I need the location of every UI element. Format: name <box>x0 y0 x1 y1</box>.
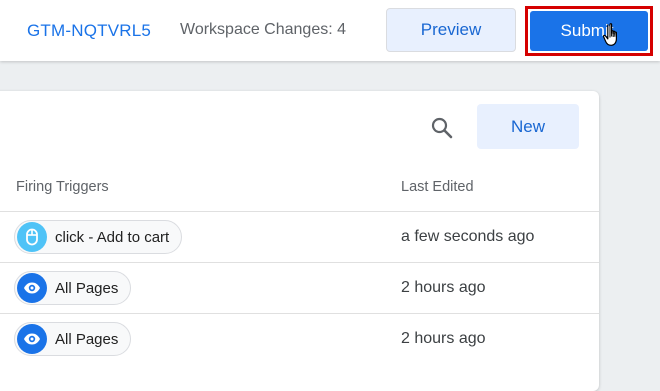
new-button[interactable]: New <box>477 104 579 149</box>
container-id[interactable]: GTM-NQTVRL5 <box>27 21 151 41</box>
column-header-firing-triggers[interactable]: Firing Triggers <box>16 179 109 195</box>
submit-button[interactable]: Submit <box>530 11 648 51</box>
preview-button[interactable]: Preview <box>386 8 516 52</box>
table-row[interactable]: All Pages 2 hours ago <box>0 314 599 364</box>
preview-button-label: Preview <box>420 20 482 39</box>
last-edited: a few seconds ago <box>401 228 535 245</box>
eye-icon <box>17 324 47 354</box>
search-icon <box>431 117 453 139</box>
column-header-last-edited[interactable]: Last Edited <box>401 179 474 195</box>
top-bar: GTM-NQTVRL5 Workspace Changes: 4 Preview… <box>0 0 660 61</box>
eye-icon <box>17 273 47 303</box>
trigger-label: All Pages <box>55 279 119 297</box>
trigger-label: All Pages <box>55 330 119 348</box>
submit-highlight: Submit <box>525 6 653 56</box>
trigger-chip[interactable]: All Pages <box>14 271 132 305</box>
new-button-label: New <box>510 116 545 136</box>
workspace-changes: Workspace Changes: 4 <box>180 21 347 38</box>
last-edited: 2 hours ago <box>401 279 486 296</box>
table-row[interactable]: click - Add to cart a few seconds ago <box>0 212 599 262</box>
hand-cursor-icon <box>603 23 617 46</box>
table-row[interactable]: All Pages 2 hours ago <box>0 263 599 313</box>
last-edited: 2 hours ago <box>401 330 486 347</box>
trigger-chip[interactable]: All Pages <box>14 322 132 356</box>
trigger-label: click - Add to cart <box>55 228 170 246</box>
mouse-icon <box>17 222 47 252</box>
search-button[interactable] <box>428 114 456 142</box>
trigger-chip[interactable]: click - Add to cart <box>14 220 183 254</box>
